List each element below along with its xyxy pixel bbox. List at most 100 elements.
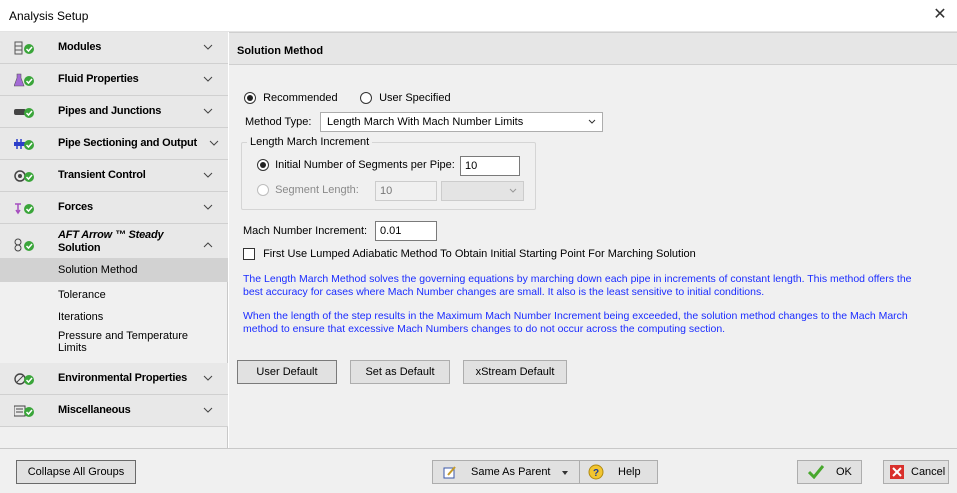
group-label: Modules xyxy=(58,41,102,53)
group-label: Pipes and Junctions xyxy=(58,105,162,117)
radio-label: User Specified xyxy=(379,92,451,105)
help-button[interactable]: ? Help xyxy=(579,460,658,484)
set-as-default-button[interactable]: Set as Default xyxy=(350,360,450,384)
segment-length-unit-dropdown[interactable] xyxy=(441,181,524,201)
fluid-properties-icon xyxy=(14,73,34,87)
mach-increment-input[interactable]: 0.01 xyxy=(375,221,437,241)
radio-label: Initial Number of Segments per Pipe: xyxy=(275,159,455,172)
chevron-down-icon xyxy=(203,44,213,50)
method-type-dropdown[interactable]: Length March With Mach Number Limits xyxy=(320,112,603,132)
close-icon[interactable]: ✕ xyxy=(931,6,949,24)
pipes-junctions-icon xyxy=(14,108,34,118)
radio-icon xyxy=(257,159,269,172)
same-as-parent-button[interactable]: Same As Parent xyxy=(432,460,582,484)
same-as-parent-label: Same As Parent xyxy=(471,466,551,478)
footer-bar: Collapse All Groups Same As Parent ? Hel… xyxy=(0,448,957,493)
method-type-value: Length March With Mach Number Limits xyxy=(327,116,524,128)
initial-segments-input[interactable]: 10 xyxy=(460,156,520,176)
check-icon xyxy=(808,465,824,479)
chevron-down-icon xyxy=(209,140,219,146)
length-march-legend: Length March Increment xyxy=(247,136,373,148)
chevron-down-icon xyxy=(203,108,213,114)
radio-segment-length[interactable]: Segment Length: xyxy=(257,184,359,197)
collapse-all-groups-button[interactable]: Collapse All Groups xyxy=(16,460,136,484)
group-label-line1: AFT Arrow ™ Steady xyxy=(58,229,164,241)
forces-icon xyxy=(15,203,34,215)
help-icon: ? xyxy=(588,464,604,480)
group-label: AFT Arrow ™ Steady Solution xyxy=(58,229,164,255)
sidebar: Modules Fluid Properties Pipes and Junct… xyxy=(0,32,228,448)
chevron-down-icon xyxy=(588,119,596,124)
panel-header: Solution Method xyxy=(229,32,957,65)
mach-increment-label: Mach Number Increment: xyxy=(243,225,368,237)
x-icon xyxy=(890,465,904,479)
subitem-label: Solution Method xyxy=(58,264,138,276)
chevron-up-icon xyxy=(203,242,213,248)
radio-initial-segments[interactable]: Initial Number of Segments per Pipe: xyxy=(257,159,455,172)
info-mach-march: When the length of the step results in t… xyxy=(243,310,908,335)
group-pipe-sectioning[interactable]: Pipe Sectioning and Output xyxy=(0,128,228,160)
chevron-down-icon xyxy=(203,172,213,178)
panel-title: Solution Method xyxy=(237,45,324,57)
group-label: Forces xyxy=(58,201,93,213)
steady-solution-icon xyxy=(14,238,34,252)
chevron-down-icon xyxy=(509,188,517,193)
environmental-icon xyxy=(14,373,34,385)
pipe-sectioning-icon xyxy=(14,139,34,150)
group-label: Miscellaneous xyxy=(58,404,131,416)
subitem-label: Tolerance xyxy=(58,289,106,301)
group-environmental-properties[interactable]: Environmental Properties xyxy=(0,363,228,395)
ok-label: OK xyxy=(836,466,852,478)
radio-icon xyxy=(244,92,256,105)
subitem-iterations[interactable]: Iterations xyxy=(0,306,228,328)
help-label: Help xyxy=(618,466,641,478)
radio-icon xyxy=(257,184,269,197)
xstream-default-button[interactable]: xStream Default xyxy=(463,360,567,384)
subitem-pressure-temperature-limits[interactable]: Pressure and Temperature Limits xyxy=(0,330,228,360)
radio-user-specified[interactable]: User Specified xyxy=(360,92,451,105)
svg-text:?: ? xyxy=(593,468,599,479)
subitem-label: Iterations xyxy=(58,311,104,323)
group-label: Transient Control xyxy=(58,169,146,181)
group-label: Fluid Properties xyxy=(58,73,139,85)
group-transient-control[interactable]: Transient Control xyxy=(0,160,228,192)
cancel-label: Cancel xyxy=(911,466,946,478)
cancel-button[interactable]: Cancel xyxy=(883,460,949,484)
user-default-button[interactable]: User Default xyxy=(237,360,337,384)
radio-label: Segment Length: xyxy=(275,184,359,197)
chevron-down-icon xyxy=(203,204,213,210)
chevron-down-icon xyxy=(203,407,213,413)
main-panel: Solution Method Recommended User Specifi… xyxy=(229,32,957,448)
radio-recommended[interactable]: Recommended xyxy=(244,92,338,105)
group-miscellaneous[interactable]: Miscellaneous xyxy=(0,395,228,427)
transient-control-icon xyxy=(14,170,34,182)
edit-icon xyxy=(443,466,456,479)
subitem-solution-method[interactable]: Solution Method xyxy=(0,258,228,282)
checkbox-box xyxy=(243,248,255,261)
window-title: Analysis Setup xyxy=(9,9,89,23)
miscellaneous-icon xyxy=(14,405,34,417)
group-modules[interactable]: Modules xyxy=(0,32,228,64)
checkbox-label: First Use Lumped Adiabatic Method To Obt… xyxy=(263,248,696,261)
caret-down-icon xyxy=(562,471,568,475)
group-label: Pipe Sectioning and Output xyxy=(58,137,198,149)
radio-icon xyxy=(360,92,372,105)
lumped-method-checkbox[interactable]: First Use Lumped Adiabatic Method To Obt… xyxy=(243,248,696,261)
group-label: Environmental Properties xyxy=(58,372,188,384)
modules-icon xyxy=(14,41,34,55)
chevron-down-icon xyxy=(203,76,213,82)
group-forces[interactable]: Forces xyxy=(0,192,228,224)
radio-label: Recommended xyxy=(263,92,338,105)
segment-length-input[interactable]: 10 xyxy=(375,181,437,201)
subitem-tolerance[interactable]: Tolerance xyxy=(0,284,228,306)
group-fluid-properties[interactable]: Fluid Properties xyxy=(0,64,228,96)
title-bar: Analysis Setup ✕ xyxy=(0,0,957,32)
group-pipes-junctions[interactable]: Pipes and Junctions xyxy=(0,96,228,128)
info-length-march: The Length March Method solves the gover… xyxy=(243,273,912,298)
subitem-label-line1: Pressure and Temperature xyxy=(58,330,189,342)
chevron-down-icon xyxy=(203,375,213,381)
subitem-label-line2: Limits xyxy=(58,342,87,354)
group-label-line2: Solution xyxy=(58,242,101,254)
ok-button[interactable]: OK xyxy=(797,460,862,484)
method-type-label: Method Type: xyxy=(245,116,312,128)
